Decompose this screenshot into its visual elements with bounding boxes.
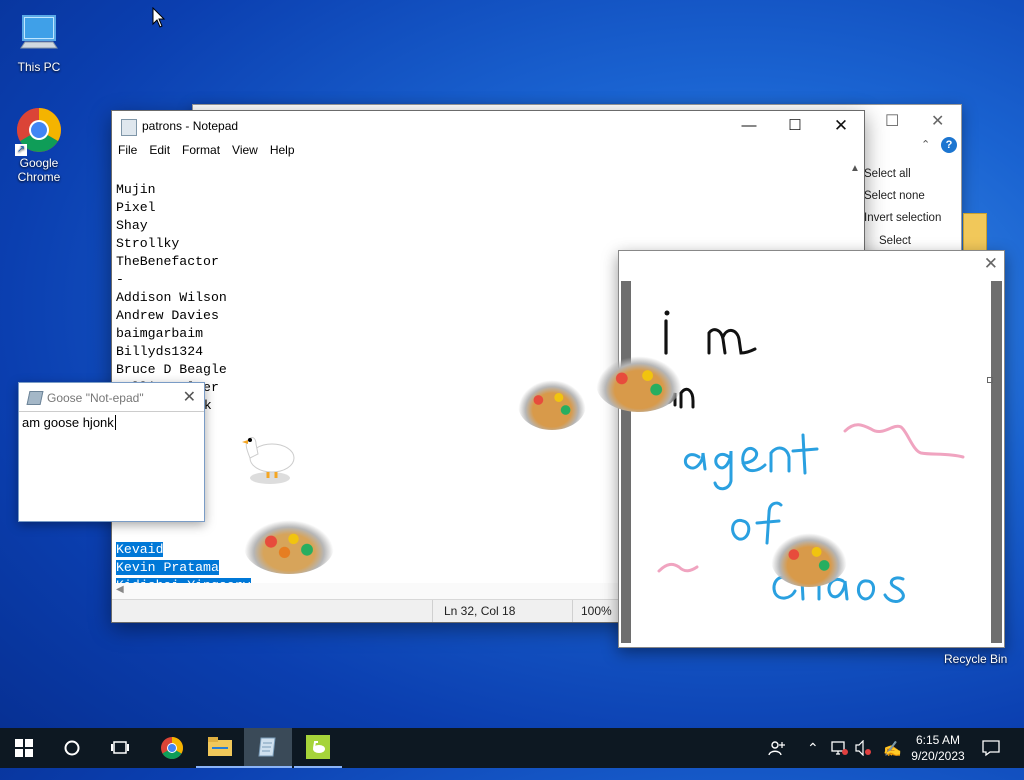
menu-edit[interactable]: Edit bbox=[143, 141, 176, 157]
computer-icon bbox=[15, 10, 63, 58]
network-icon[interactable] bbox=[830, 740, 848, 780]
goose-sprite[interactable] bbox=[238, 428, 298, 493]
title-bar[interactable]: Goose "Not-epad" ✕ bbox=[19, 383, 204, 412]
zoom-level: 100% bbox=[581, 604, 612, 618]
scroll-up-icon[interactable]: ▲ bbox=[850, 163, 860, 174]
text-line: - bbox=[116, 272, 124, 287]
leaf-pile-icon bbox=[771, 533, 847, 587]
chrome-icon: ↗ bbox=[15, 106, 63, 156]
notepad-icon bbox=[26, 391, 44, 405]
file-explorer-icon bbox=[208, 737, 232, 756]
start-button[interactable] bbox=[0, 728, 48, 768]
text-area[interactable]: am goose hjonk bbox=[22, 415, 116, 430]
clock-time: 6:15 AM bbox=[915, 733, 961, 747]
taskbar-notepad[interactable] bbox=[244, 728, 292, 768]
maximize-button[interactable]: ☐ bbox=[885, 111, 899, 131]
desktop-icon-chrome[interactable]: ↗ Google Chrome bbox=[1, 106, 77, 184]
cursor-dot bbox=[987, 377, 993, 383]
leaf-pile-icon bbox=[596, 356, 682, 412]
menu-format[interactable]: Format bbox=[176, 141, 226, 157]
desktop-icon-this-pc[interactable]: This PC bbox=[1, 10, 77, 74]
minimize-button[interactable]: — bbox=[726, 111, 772, 141]
text-line: Mujin bbox=[116, 182, 156, 197]
search-button[interactable] bbox=[48, 728, 96, 768]
menu-view[interactable]: View bbox=[226, 141, 264, 157]
text-line: TheBenefactor bbox=[116, 254, 219, 269]
clock-date: 9/20/2023 bbox=[911, 749, 965, 763]
ribbon-group-label: Select bbox=[879, 235, 911, 247]
folder-icon bbox=[963, 213, 987, 251]
shortcut-arrow-icon: ↗ bbox=[15, 144, 27, 156]
task-view-button[interactable] bbox=[96, 728, 144, 768]
notifications-icon[interactable] bbox=[982, 739, 1000, 779]
menu-bar: File Edit Format View Help bbox=[112, 141, 864, 161]
select-all-button[interactable]: Select all bbox=[864, 168, 911, 180]
text-line: Billyds1324 bbox=[116, 344, 204, 359]
notepad-icon bbox=[258, 737, 276, 757]
pen-workspace-icon[interactable]: ✍ bbox=[883, 740, 902, 780]
close-button[interactable]: ✕ bbox=[183, 387, 196, 407]
people-icon bbox=[768, 741, 785, 756]
leaf-pile-icon bbox=[518, 380, 586, 430]
maximize-button[interactable]: ☐ bbox=[772, 111, 818, 141]
taskbar-chrome[interactable] bbox=[148, 728, 196, 768]
help-icon[interactable]: ? bbox=[941, 137, 957, 153]
task-view-icon bbox=[111, 741, 129, 754]
cursor-position: Ln 32, Col 18 bbox=[444, 604, 516, 618]
taskbar: ⌃ ✍ 6:15 AM 9/20/2023 bbox=[0, 728, 1024, 768]
drawing-canvas bbox=[631, 281, 993, 643]
goose-drawing-window[interactable]: ✕ bbox=[618, 250, 1005, 648]
close-button[interactable]: ✕ bbox=[818, 111, 864, 141]
desktop-icon-label: Google Chrome bbox=[17, 156, 61, 184]
windows-icon bbox=[15, 739, 33, 757]
text-line: Addison Wilson bbox=[116, 290, 227, 305]
chrome-icon bbox=[161, 737, 183, 759]
invert-selection-button[interactable]: Invert selection bbox=[864, 212, 941, 224]
scroll-left-icon[interactable]: ◀ bbox=[116, 584, 124, 595]
window-title: patrons - Notepad bbox=[142, 119, 239, 133]
select-none-button[interactable]: Select none bbox=[864, 190, 925, 202]
text-line: Shay bbox=[116, 218, 148, 233]
text-line: baimgarbaim bbox=[116, 326, 204, 341]
close-button[interactable]: ✕ bbox=[984, 254, 998, 274]
text-line: Strollky bbox=[116, 236, 180, 251]
desktop-icon-label: This PC bbox=[17, 60, 61, 74]
canvas-frame bbox=[621, 281, 1002, 643]
menu-help[interactable]: Help bbox=[264, 141, 301, 157]
title-bar[interactable]: patrons - Notepad — ☐ ✕ bbox=[112, 111, 864, 141]
chevron-up-icon[interactable]: ⌃ bbox=[921, 138, 930, 151]
selected-text-line: Kevaid bbox=[116, 542, 164, 557]
volume-muted-icon[interactable] bbox=[854, 739, 872, 780]
leaf-pile-icon bbox=[244, 520, 334, 574]
chevron-up-icon[interactable]: ⌃ bbox=[807, 740, 819, 780]
mouse-cursor-icon bbox=[152, 6, 166, 34]
taskbar-goose[interactable] bbox=[294, 728, 342, 768]
goose-icon bbox=[306, 735, 330, 759]
menu-file[interactable]: File bbox=[112, 141, 143, 157]
taskbar-file-explorer[interactable] bbox=[196, 728, 244, 768]
window-title: Goose "Not-epad" bbox=[47, 391, 144, 405]
notepad-icon bbox=[121, 119, 137, 136]
handwriting-drawing bbox=[657, 310, 965, 603]
text-line: Andrew Davies bbox=[116, 308, 219, 323]
text-line: Pixel bbox=[116, 200, 156, 215]
text-caret bbox=[114, 415, 116, 430]
people-button[interactable] bbox=[768, 739, 786, 779]
close-button[interactable]: ✕ bbox=[931, 111, 944, 131]
goose-notepad-window[interactable]: Goose "Not-epad" ✕ am goose hjonk bbox=[18, 382, 205, 522]
text-line: Bruce D Beagle bbox=[116, 362, 227, 377]
clock[interactable]: 6:15 AM 9/20/2023 bbox=[906, 732, 970, 764]
recycle-bin-label[interactable]: Recycle Bin bbox=[944, 652, 1007, 666]
goose-text: am goose hjonk bbox=[22, 415, 114, 430]
selected-text-line: Kevin Pratama bbox=[116, 560, 219, 575]
search-icon bbox=[64, 740, 80, 756]
